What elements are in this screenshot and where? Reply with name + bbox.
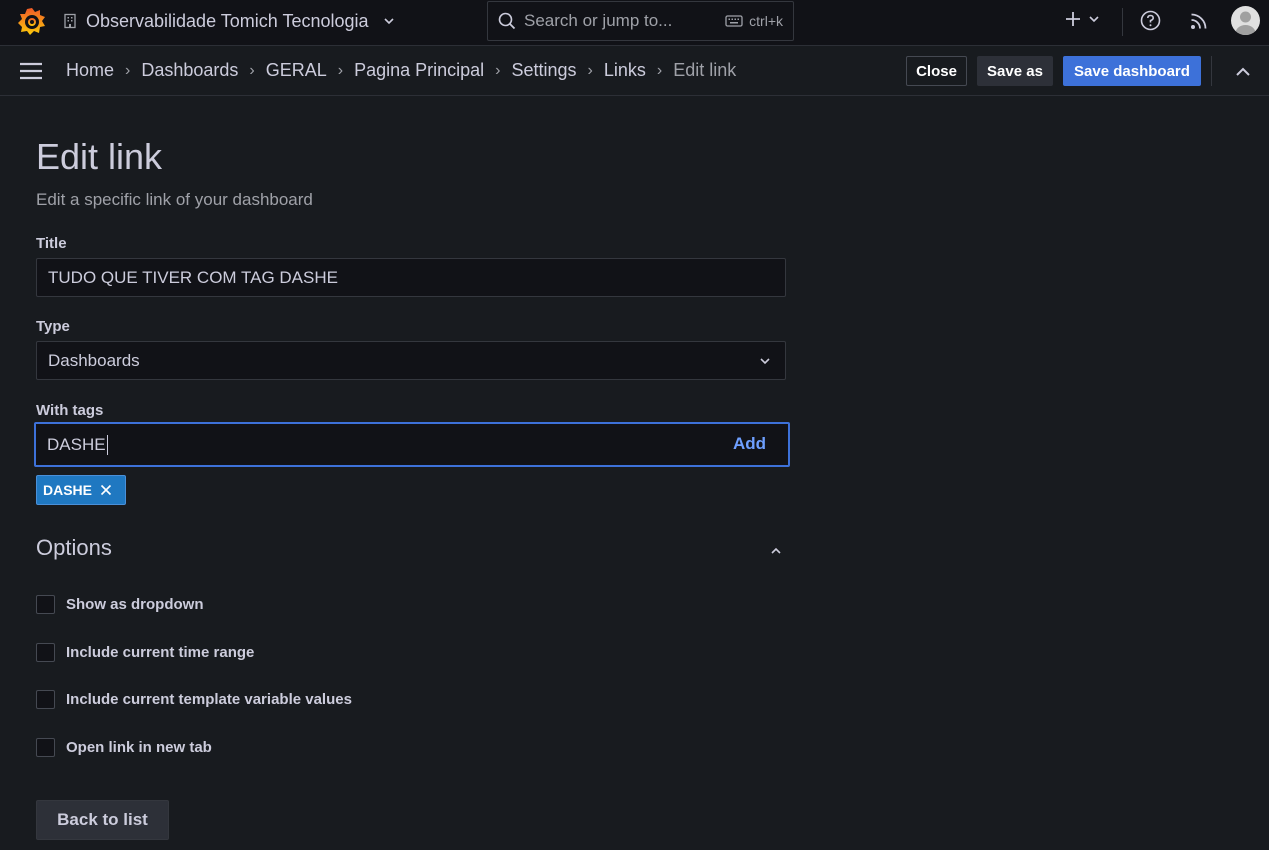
page-title: Edit link <box>36 136 163 177</box>
search-shortcut: ctrl+k <box>725 13 783 29</box>
search-input[interactable]: Search or jump to... ctrl+k <box>487 1 794 41</box>
chevron-down-icon <box>383 18 394 25</box>
breadcrumb-separator: › <box>125 61 131 79</box>
help-icon[interactable] <box>1140 10 1161 31</box>
chevron-up-icon[interactable] <box>1235 65 1251 79</box>
chevron-down-icon <box>1089 16 1099 23</box>
checkbox[interactable] <box>36 643 55 662</box>
add-tag-button[interactable]: Add <box>733 434 766 454</box>
shortcut-label: ctrl+k <box>749 13 783 29</box>
new-menu-button[interactable] <box>1064 10 1100 28</box>
top-bar: Observabilidade Tomich Tecnologia Search… <box>0 0 1269 46</box>
org-switcher[interactable]: Observabilidade Tomich Tecnologia <box>62 10 395 32</box>
breadcrumb: Home › Dashboards › GERAL › Pagina Princ… <box>66 60 736 81</box>
option-open-new-tab[interactable]: Open link in new tab <box>36 738 212 757</box>
plus-icon <box>1066 12 1080 26</box>
option-include-template-variables[interactable]: Include current template variable values <box>36 690 352 709</box>
grafana-logo-icon[interactable] <box>16 6 48 38</box>
menu-icon[interactable] <box>19 61 43 81</box>
divider <box>1211 56 1212 86</box>
checkbox-label: Show as dropdown <box>66 596 204 613</box>
org-name: Observabilidade Tomich Tecnologia <box>86 10 369 31</box>
page-subtitle: Edit a specific link of your dashboard <box>36 190 313 209</box>
breadcrumb-separator: › <box>587 61 593 79</box>
breadcrumb-home[interactable]: Home <box>66 60 114 81</box>
breadcrumb-dashboards[interactable]: Dashboards <box>141 60 238 81</box>
breadcrumb-separator: › <box>249 61 255 79</box>
tag-chip: DASHE <box>36 475 126 505</box>
checkbox[interactable] <box>36 738 55 757</box>
type-select-value: Dashboards <box>48 350 140 370</box>
chevron-up-icon[interactable] <box>770 546 782 556</box>
back-to-list-button[interactable]: Back to list <box>36 800 169 840</box>
breadcrumb-dashboard[interactable]: Pagina Principal <box>354 60 484 81</box>
breadcrumb-separator: › <box>337 61 344 79</box>
checkbox[interactable] <box>36 595 55 614</box>
save-as-button[interactable]: Save as <box>977 56 1053 86</box>
type-label: Type <box>36 318 70 335</box>
tags-label: With tags <box>36 402 104 419</box>
checkbox[interactable] <box>36 690 55 709</box>
breadcrumb-links[interactable]: Links <box>604 60 646 81</box>
breadcrumb-current: Edit link <box>673 60 737 80</box>
building-icon <box>64 13 76 29</box>
checkbox-label: Include current template variable values <box>66 691 352 708</box>
type-select[interactable]: Dashboards <box>36 341 786 380</box>
nav-bar: Home › Dashboards › GERAL › Pagina Princ… <box>0 46 1269 96</box>
keyboard-icon <box>725 15 743 27</box>
text-cursor <box>106 434 108 455</box>
breadcrumb-separator: › <box>495 61 501 79</box>
options-section-title[interactable]: Options <box>36 535 112 561</box>
breadcrumb-settings[interactable]: Settings <box>512 60 577 81</box>
option-include-time-range[interactable]: Include current time range <box>36 643 254 662</box>
breadcrumb-separator: › <box>656 61 663 79</box>
title-input[interactable]: TUDO QUE TIVER COM TAG DASHE <box>36 258 786 297</box>
close-icon[interactable] <box>100 484 112 496</box>
option-show-as-dropdown[interactable]: Show as dropdown <box>36 595 204 614</box>
divider <box>1122 8 1123 36</box>
tags-input[interactable]: DASHE Add <box>34 422 790 467</box>
search-icon <box>498 12 516 30</box>
breadcrumb-folder[interactable]: GERAL <box>266 60 327 81</box>
tags-input-value: DASHE <box>47 434 106 454</box>
avatar[interactable] <box>1231 6 1260 35</box>
close-button[interactable]: Close <box>906 56 967 86</box>
checkbox-label: Open link in new tab <box>66 739 212 756</box>
title-label: Title <box>36 235 67 252</box>
tag-label: DASHE <box>43 482 93 498</box>
chevron-down-icon <box>760 358 770 365</box>
save-dashboard-button[interactable]: Save dashboard <box>1063 56 1201 86</box>
user-icon <box>1235 11 1256 35</box>
search-placeholder: Search or jump to... <box>524 11 673 30</box>
rss-icon[interactable] <box>1189 11 1209 31</box>
checkbox-label: Include current time range <box>66 644 255 661</box>
